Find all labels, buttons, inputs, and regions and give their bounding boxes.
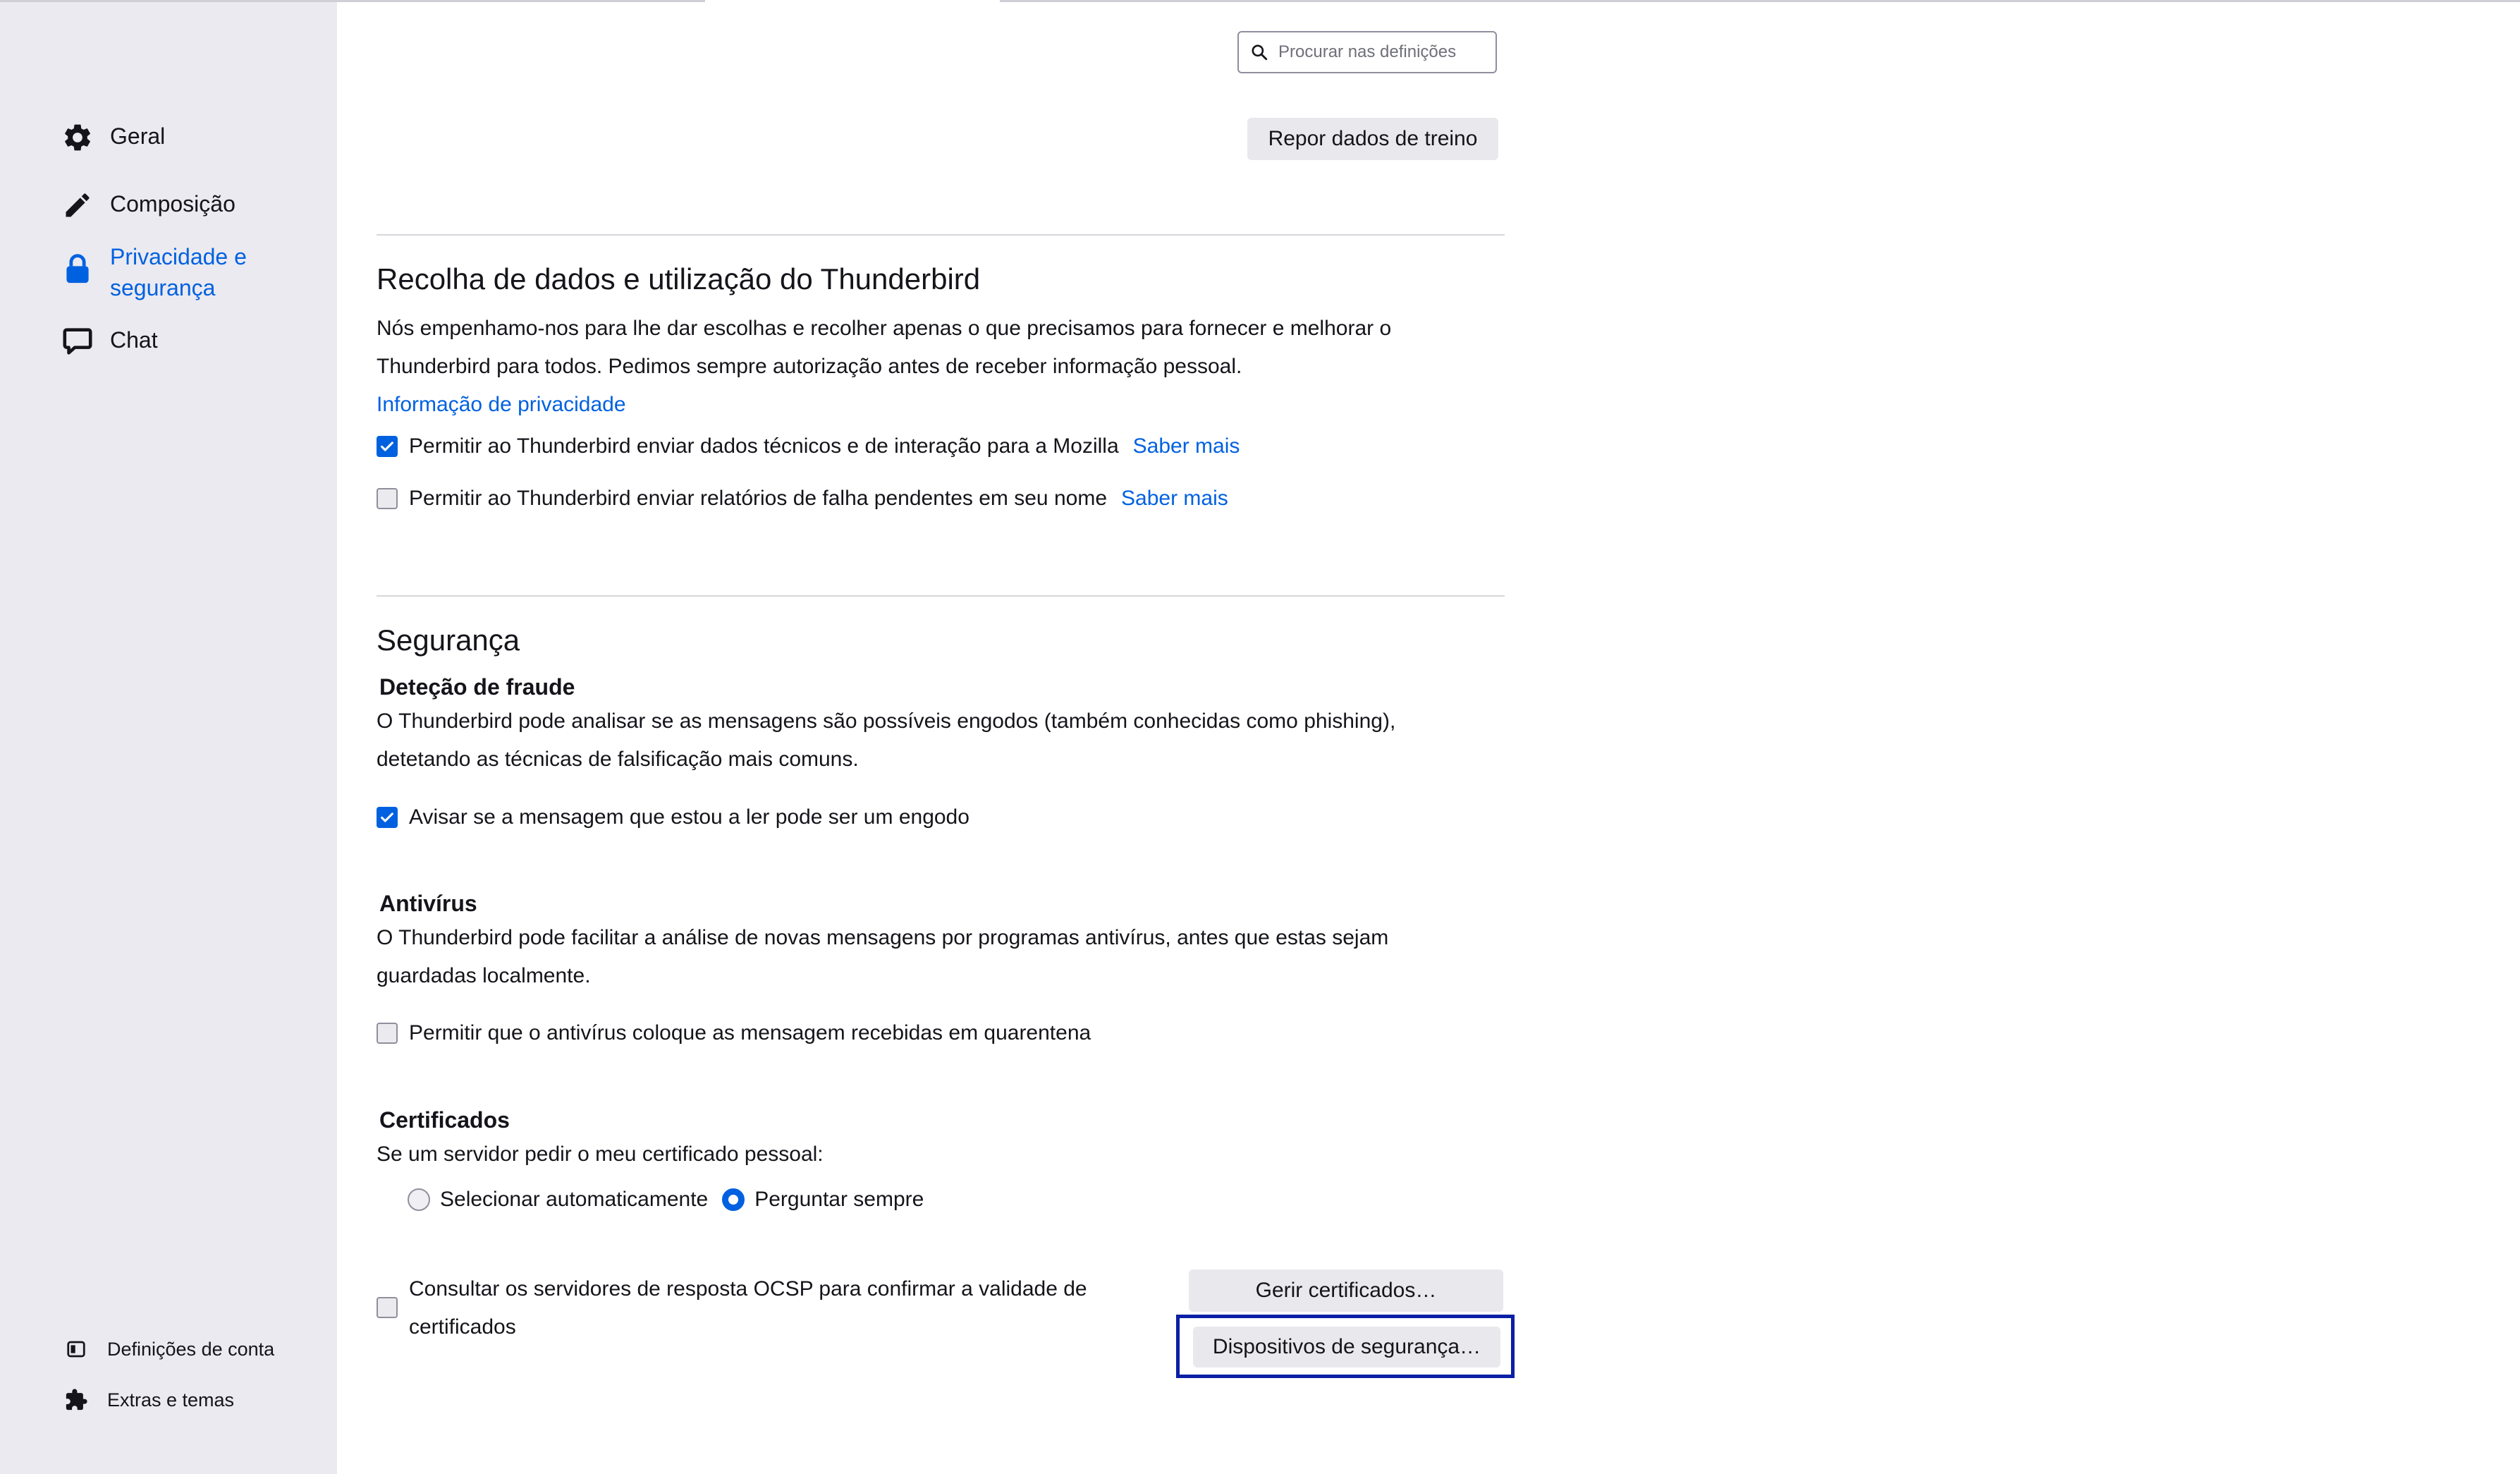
ocsp-checkbox[interactable] bbox=[377, 1297, 398, 1318]
telemetry-learn-more-link[interactable]: Saber mais bbox=[1133, 434, 1240, 458]
security-title: Segurança bbox=[377, 623, 520, 657]
antivirus-quarantine-checkbox[interactable] bbox=[377, 1023, 398, 1044]
account-settings-link[interactable]: Definições de conta bbox=[63, 1336, 274, 1362]
account-settings-icon bbox=[63, 1336, 89, 1362]
crash-reports-label: Permitir ao Thunderbird enviar relatório… bbox=[409, 487, 1107, 510]
search-icon bbox=[1250, 43, 1268, 61]
section-divider bbox=[377, 595, 1505, 597]
certificates-title: Certificados bbox=[379, 1107, 510, 1133]
privacy-info-link[interactable]: Informação de privacidade bbox=[377, 393, 626, 416]
data-collection-title: Recolha de dados e utilização do Thunder… bbox=[377, 262, 981, 296]
radio-ask-every-time[interactable] bbox=[722, 1188, 745, 1211]
ocsp-label: Consultar os servidores de resposta OCSP… bbox=[409, 1277, 1087, 1339]
sidebar-item-privacidade[interactable]: Privacidade e segurança bbox=[61, 241, 247, 303]
gear-icon bbox=[61, 121, 94, 154]
telemetry-label: Permitir ao Thunderbird enviar dados téc… bbox=[409, 434, 1119, 458]
security-devices-button[interactable]: Dispositivos de segurança… bbox=[1193, 1327, 1500, 1368]
sidebar-item-label: Composição bbox=[110, 191, 236, 217]
account-settings-label: Definições de conta bbox=[107, 1338, 275, 1360]
lock-icon bbox=[61, 252, 94, 286]
puzzle-icon bbox=[63, 1387, 89, 1413]
addons-themes-link[interactable]: Extras e temas bbox=[63, 1387, 234, 1413]
scam-warning-option: Avisar se a mensagem que estou a ler pod… bbox=[377, 805, 970, 829]
antivirus-quarantine-label: Permitir que o antivírus coloque as mens… bbox=[409, 1021, 1091, 1044]
pencil-icon bbox=[61, 188, 94, 222]
fraud-detection-title: Deteção de fraude bbox=[379, 674, 575, 700]
data-collection-description: Nós empenhamo-nos para lhe dar escolhas … bbox=[377, 317, 1392, 416]
sidebar-item-geral[interactable]: Geral bbox=[61, 121, 165, 154]
radio-select-automatically-label: Selecionar automaticamente bbox=[440, 1188, 709, 1211]
sidebar-item-label: Chat bbox=[110, 327, 158, 353]
crash-reports-checkbox[interactable] bbox=[377, 488, 398, 509]
telemetry-option: Permitir ao Thunderbird enviar dados téc… bbox=[377, 434, 1240, 458]
sidebar-item-label: Geral bbox=[110, 123, 166, 149]
certificate-selection-radio-group: Selecionar automaticamente Perguntar sem… bbox=[408, 1188, 924, 1212]
top-border bbox=[0, 0, 2520, 2]
section-divider bbox=[377, 234, 1505, 236]
scam-warning-checkbox[interactable] bbox=[377, 807, 398, 828]
chat-icon bbox=[61, 324, 94, 358]
ocsp-option: Consultar os servidores de resposta OCSP… bbox=[377, 1270, 1087, 1346]
scam-warning-label: Avisar se a mensagem que estou a ler pod… bbox=[409, 805, 970, 829]
antivirus-quarantine-option: Permitir que o antivírus coloque as mens… bbox=[377, 1021, 1091, 1045]
sidebar-item-chat[interactable]: Chat bbox=[61, 324, 158, 358]
certificates-prompt: Se um servidor pedir o meu certificado p… bbox=[377, 1143, 824, 1166]
settings-search[interactable] bbox=[1237, 31, 1497, 73]
search-input[interactable] bbox=[1277, 42, 1491, 63]
crash-reports-learn-more-link[interactable]: Saber mais bbox=[1121, 487, 1228, 511]
radio-ask-every-time-label: Perguntar sempre bbox=[754, 1188, 924, 1211]
sidebar-item-composicao[interactable]: Composição bbox=[61, 188, 236, 222]
addons-themes-label: Extras e temas bbox=[107, 1389, 235, 1411]
radio-select-automatically[interactable] bbox=[408, 1188, 430, 1211]
antivirus-description: O Thunderbird pode facilitar a análise d… bbox=[377, 926, 1389, 987]
sidebar: Geral Composição Privacidade e segurança … bbox=[0, 2, 337, 1474]
telemetry-checkbox[interactable] bbox=[377, 436, 398, 457]
sidebar-item-label: Privacidade e segurança bbox=[110, 244, 247, 300]
reset-training-data-button[interactable]: Repor dados de treino bbox=[1247, 118, 1498, 160]
fraud-detection-description: O Thunderbird pode analisar se as mensag… bbox=[377, 709, 1396, 771]
crash-reports-option: Permitir ao Thunderbird enviar relatório… bbox=[377, 487, 1228, 511]
manage-certificates-button[interactable]: Gerir certificados… bbox=[1189, 1269, 1503, 1312]
antivirus-title: Antivírus bbox=[379, 891, 477, 916]
